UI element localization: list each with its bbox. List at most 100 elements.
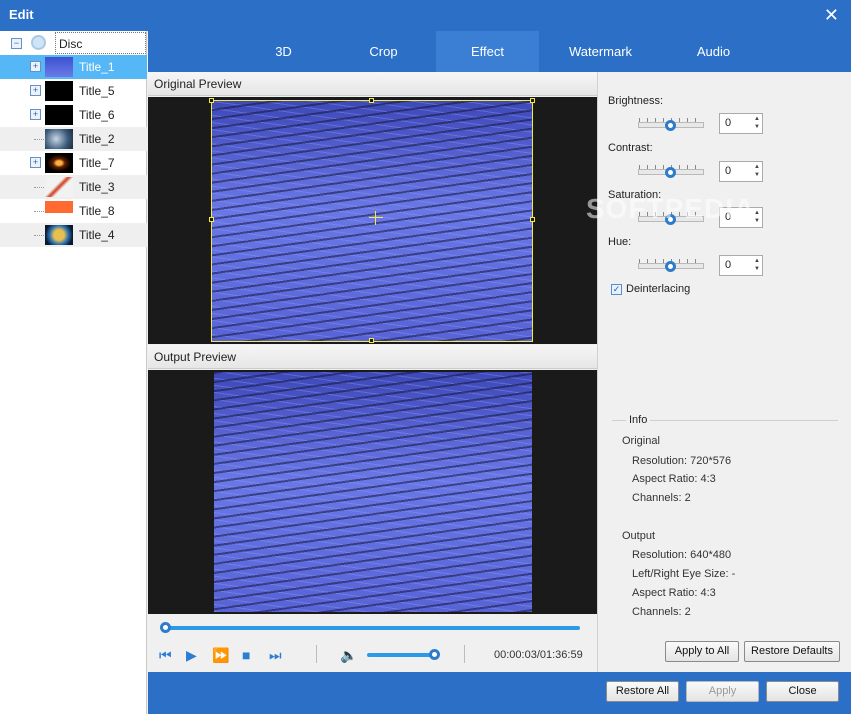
output-heading: Output — [622, 530, 656, 542]
apply-to-all-button[interactable]: Apply to All — [665, 641, 739, 662]
output-preview-video — [148, 370, 597, 614]
spin-arrows-icon[interactable]: ▲ ▼ — [754, 163, 760, 179]
close-icon[interactable]: ✕ — [824, 5, 839, 26]
hue-handle[interactable] — [665, 261, 676, 272]
restore-defaults-button[interactable]: Restore Defaults — [744, 641, 840, 662]
expand-icon[interactable]: + — [30, 157, 41, 168]
expand-icon[interactable]: + — [30, 109, 41, 120]
expand-icon[interactable]: + — [30, 85, 41, 96]
tab-crop[interactable]: Crop — [336, 31, 431, 72]
close-button[interactable]: Close — [766, 681, 839, 702]
tree-item-title4[interactable]: Title_4 — [0, 223, 147, 247]
timecode: 00:00:03/01:36:59 — [494, 649, 583, 661]
brightness-spinbox[interactable]: 0 ▲ ▼ — [719, 113, 763, 134]
expand-icon[interactable]: + — [30, 61, 41, 72]
thumb-title6-icon — [45, 105, 73, 125]
brightness-handle[interactable] — [665, 120, 676, 131]
original-heading: Original — [622, 435, 660, 447]
tree-connector — [34, 187, 44, 188]
spin-arrows-icon[interactable]: ▲ ▼ — [754, 257, 760, 273]
fast-forward-icon[interactable]: ⏩ — [212, 647, 229, 664]
apply-button[interactable]: Apply — [686, 681, 759, 702]
thumb-title4-icon — [45, 225, 73, 245]
title-bar: Edit ✕ — [0, 0, 851, 31]
contrast-value: 0 — [725, 165, 732, 177]
skip-back-icon[interactable]: ⏮ — [159, 647, 172, 664]
thumb-title7-icon — [45, 153, 73, 173]
window-title: Edit — [9, 7, 34, 22]
tree-item-title6[interactable]: + Title_6 — [0, 103, 147, 127]
tree-item-label: Title_8 — [79, 204, 115, 218]
collapse-icon[interactable]: − — [11, 38, 22, 49]
tree-connector — [34, 235, 44, 236]
tree-item-title3[interactable]: Title_3 — [0, 175, 147, 199]
tree-item-label: Title_1 — [79, 60, 115, 74]
original-channels: Channels: 2 — [632, 492, 691, 504]
tree-item-label: Title_7 — [79, 156, 115, 170]
volume-handle[interactable] — [429, 649, 440, 660]
disc-icon — [31, 35, 46, 50]
crop-handle[interactable] — [209, 217, 214, 222]
tree-root-disc[interactable]: − Disc — [0, 31, 147, 55]
hue-label: Hue: — [608, 236, 632, 248]
restore-all-button[interactable]: Restore All — [606, 681, 679, 702]
tree-item-title1[interactable]: + Title_1 — [0, 55, 147, 79]
original-preview-header: Original Preview — [148, 72, 597, 96]
thumb-title3-icon — [45, 177, 73, 197]
brightness-label: Brightness: — [608, 95, 664, 107]
volume-icon[interactable]: 🔈 — [340, 647, 357, 664]
contrast-handle[interactable] — [665, 167, 676, 178]
tree-item-title8[interactable]: Title_8 — [0, 199, 147, 223]
tab-effect[interactable]: Effect — [436, 31, 539, 72]
progress-bar[interactable] — [166, 626, 580, 630]
tree-item-label: Title_3 — [79, 180, 115, 194]
hue-value: 0 — [725, 259, 732, 271]
output-resolution: Resolution: 640*480 — [632, 549, 732, 561]
contrast-spinbox[interactable]: 0 ▲ ▼ — [719, 161, 763, 182]
tab-3d[interactable]: 3D — [236, 31, 331, 72]
spin-arrows-icon[interactable]: ▲ ▼ — [754, 115, 760, 131]
stop-icon[interactable]: ■ — [242, 647, 250, 663]
thumb-title2-icon — [45, 129, 73, 149]
tree-connector — [34, 139, 44, 140]
crop-handle[interactable] — [530, 217, 535, 222]
hue-spinbox[interactable]: 0 ▲ ▼ — [719, 255, 763, 276]
skip-forward-icon[interactable]: ⏭ — [269, 647, 282, 664]
crosshair-icon — [369, 217, 383, 218]
tree-item-title5[interactable]: + Title_5 — [0, 79, 147, 103]
output-preview-header: Output Preview — [148, 345, 597, 369]
tree-root-label: Disc — [59, 37, 83, 51]
crop-handle[interactable] — [209, 98, 214, 103]
tree-item-title7[interactable]: + Title_7 — [0, 151, 147, 175]
tree-item-title2[interactable]: Title_2 — [0, 127, 147, 151]
progress-handle[interactable] — [160, 622, 171, 633]
original-preview-label: Original Preview — [154, 77, 242, 91]
brightness-value: 0 — [725, 117, 732, 129]
contrast-label: Contrast: — [608, 142, 653, 154]
original-aspect-ratio: Aspect Ratio: 4:3 — [632, 473, 716, 485]
output-video-frame — [214, 372, 532, 612]
crop-frame[interactable] — [211, 100, 533, 342]
output-eye-size: Left/Right Eye Size: - — [632, 568, 736, 580]
original-resolution: Resolution: 720*576 — [632, 455, 732, 467]
output-preview-label: Output Preview — [154, 350, 237, 364]
thumb-title5-icon — [45, 81, 73, 101]
output-aspect-ratio: Aspect Ratio: 4:3 — [632, 587, 716, 599]
crop-handle[interactable] — [369, 338, 374, 343]
crop-handle[interactable] — [530, 98, 535, 103]
play-icon[interactable]: ▶ — [186, 647, 197, 664]
divider — [316, 645, 317, 663]
tree-item-label: Title_2 — [79, 132, 115, 146]
tree-item-label: Title_4 — [79, 228, 115, 242]
deinterlacing-label: Deinterlacing — [626, 283, 691, 295]
tab-audio[interactable]: Audio — [666, 31, 761, 72]
crop-handle[interactable] — [369, 98, 374, 103]
volume-slider[interactable] — [367, 653, 435, 657]
crosshair-icon-vertical — [375, 211, 376, 225]
deinterlacing-checkbox[interactable]: ✓ — [611, 284, 622, 295]
thumb-title1-icon — [45, 57, 73, 77]
tree-connector — [34, 211, 44, 212]
tab-watermark[interactable]: Watermark — [553, 31, 648, 72]
tree-item-label: Title_5 — [79, 84, 115, 98]
thumb-title8-icon — [45, 201, 73, 221]
